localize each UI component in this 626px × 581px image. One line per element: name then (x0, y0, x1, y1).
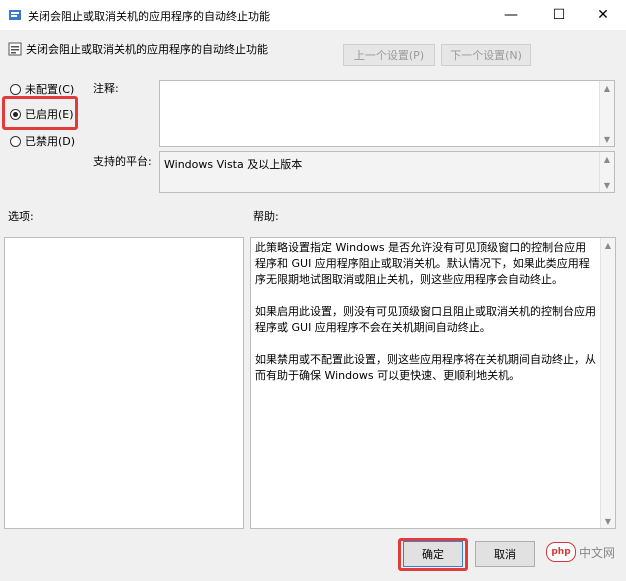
window-title: 关闭会阻止或取消关机的应用程序的自动终止功能 (28, 10, 270, 23)
scroll-up-icon[interactable]: ▲ (600, 81, 614, 95)
watermark-text: 中文网 (579, 545, 616, 560)
help-scrollbar[interactable]: ▲ ▼ (600, 238, 615, 528)
close-button[interactable]: ✕ (580, 0, 626, 30)
help-text: 此策略设置指定 Windows 是否允许没有可见顶级窗口的控制台应用程序和 GU… (255, 240, 597, 400)
platform-scrollbar[interactable]: ▲ ▼ (599, 152, 614, 192)
maximize-icon: ☐ (552, 7, 566, 23)
comment-scrollbar[interactable]: ▲ ▼ (599, 81, 614, 146)
platform-value: Windows Vista 及以上版本 (164, 158, 303, 171)
help-label: 帮助: (253, 210, 279, 223)
policy-icon (8, 42, 22, 56)
scroll-down-icon[interactable]: ▼ (601, 514, 615, 528)
minimize-icon: — (504, 7, 518, 23)
platform-box: Windows Vista 及以上版本 ▲ ▼ (159, 151, 615, 193)
policy-settings-icon (9, 10, 21, 20)
previous-setting-button[interactable]: 上一个设置(P) (343, 44, 435, 66)
watermark: php 中文网 (546, 542, 615, 562)
options-panel (4, 237, 244, 529)
radio-not-configured-circle[interactable] (10, 83, 21, 95)
scroll-down-icon[interactable]: ▼ (600, 178, 614, 192)
close-icon: ✕ (597, 7, 609, 23)
scroll-down-icon[interactable]: ▼ (600, 132, 614, 146)
comment-textarea[interactable]: ▲ ▼ (159, 80, 615, 147)
maximize-button[interactable]: ☐ (536, 0, 582, 30)
help-panel: 此策略设置指定 Windows 是否允许没有可见顶级窗口的控制台应用程序和 GU… (250, 237, 616, 529)
radio-disabled-circle[interactable] (10, 135, 21, 147)
comment-label: 注释: (93, 82, 119, 95)
platform-label: 支持的平台: (93, 155, 152, 168)
radio-not-configured-label: 未配置(C) (25, 83, 75, 96)
help-paragraph: 如果禁用或不配置此设置，则这些应用程序将在关机期间自动终止，从而有助于确保 Wi… (255, 353, 596, 382)
cancel-button[interactable]: 取消 (475, 541, 535, 567)
help-paragraph: 此策略设置指定 Windows 是否允许没有可见顶级窗口的控制台应用程序和 GU… (255, 241, 590, 286)
watermark-logo: php (546, 542, 576, 562)
radio-disabled[interactable]: 已禁用(D) (10, 132, 75, 150)
scroll-up-icon[interactable]: ▲ (600, 152, 614, 166)
enabled-highlight-box (2, 96, 78, 130)
options-label: 选项: (8, 210, 34, 223)
minimize-button[interactable]: — (488, 0, 534, 30)
ok-highlight-box (398, 538, 468, 571)
next-setting-button[interactable]: 下一个设置(N) (441, 44, 531, 66)
help-paragraph: 如果启用此设置，则没有可见顶级窗口且阻止或取消关机的控制台应用程序或 GUI 应… (255, 305, 596, 334)
radio-disabled-label: 已禁用(D) (25, 135, 76, 148)
policy-name: 关闭会阻止或取消关机的应用程序的自动终止功能 (26, 43, 268, 56)
scroll-up-icon[interactable]: ▲ (601, 238, 615, 252)
